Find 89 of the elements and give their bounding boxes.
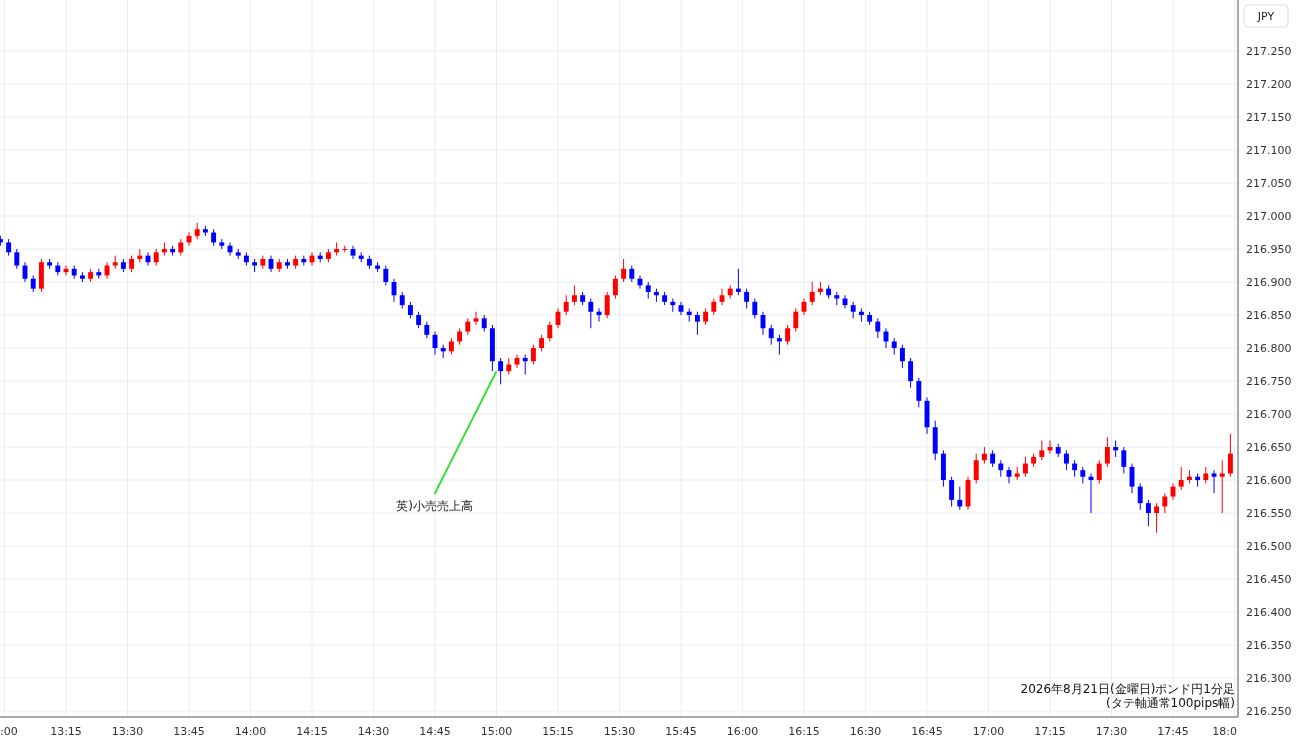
candlestick [14,248,20,270]
time-label: 15:15 [542,725,574,738]
candlestick [1162,492,1168,514]
price-label: 216.850 [1246,309,1292,323]
price-label: 217.050 [1246,177,1292,191]
currency-label[interactable]: JPY [1243,4,1289,28]
price-label: 216.400 [1246,606,1292,620]
candlestick [744,288,750,309]
candlestick [908,357,914,389]
price-label: 217.150 [1246,111,1292,124]
time-label: 14:30 [357,725,390,738]
time-label: 17:30 [1095,725,1128,738]
candlestick [949,476,955,507]
candlestick [621,258,627,283]
candlestick [916,377,922,408]
candlestick [1145,499,1151,527]
price-label: 216.500 [1246,540,1292,554]
time-label: 16:30 [849,725,882,738]
candlestick [1178,466,1184,491]
candlestick [1104,436,1110,468]
time-label: 14:00 [234,725,267,738]
candlestick [1022,456,1028,478]
time-label: 14:15 [296,725,328,738]
candlestick [383,265,389,286]
time-label: 13:15 [50,725,82,738]
time-label: 16:00 [726,725,759,738]
candlestick [1039,439,1045,461]
candlestick [1219,459,1225,514]
price-label: 216.750 [1246,375,1292,389]
candlestick [1121,446,1127,474]
candlestick [752,298,758,319]
candlestick [957,486,963,511]
candlestick [1096,459,1102,484]
candlestick [563,294,569,316]
candlestick [530,344,536,366]
price-label: 216.550 [1246,507,1292,521]
annotation-label: 英)小売売上高 [396,499,473,514]
candlestick [588,298,594,329]
candlestick [547,321,553,342]
price-label: 216.350 [1246,639,1292,653]
candlestick [899,344,905,369]
time-label: 15:30 [603,725,636,738]
price-label: 216.950 [1246,243,1292,257]
time-label: 15:45 [665,725,697,738]
candlestick [571,284,577,306]
price-label: 217.100 [1246,144,1292,158]
time-label: 18:0 [1212,725,1237,738]
time-label: 16:45 [911,725,943,738]
candlestick [1063,449,1069,471]
candlestick [875,317,881,339]
time-label: 13:45 [173,725,205,738]
price-label: 216.600 [1246,474,1292,488]
candlestick [735,268,741,296]
price-label: 216.450 [1246,573,1292,587]
candlestick [498,357,504,385]
candlestick [1211,469,1217,494]
candlestick [612,274,618,300]
price-label: 216.700 [1246,408,1292,422]
chart-caption: 2026年8月21日(金曜日)ポンド円1分足 (タテ軸通常100pips幅) [1020,682,1235,710]
time-label: 17:45 [1157,725,1189,738]
price-label: 216.250 [1246,705,1292,719]
price-label: 217.200 [1246,78,1292,91]
time-label: :00 [0,725,18,738]
candlestick [793,307,799,333]
time-label: 16:15 [788,725,820,738]
time-label: 15:00 [480,725,513,738]
price-label: 216.300 [1246,672,1292,686]
candlestick [776,334,782,356]
candlestick [604,291,610,319]
time-label: 17:00 [972,725,1005,738]
candlestick [694,311,700,336]
time-label: 14:45 [419,725,451,738]
candlestick [522,354,528,375]
price-label: 216.900 [1246,276,1292,290]
candlestick [973,453,979,484]
time-label: 13:30 [111,725,144,738]
candlestick [768,324,774,346]
candlestick [1154,502,1160,534]
y-axis-title: JPY [1256,10,1275,23]
candlestick [785,324,791,346]
price-label: 216.800 [1246,342,1292,356]
price-label: 217.000 [1246,210,1292,224]
time-label: 17:15 [1034,725,1066,738]
candlestick [473,311,479,326]
candlestick [1137,482,1143,511]
price-label: 216.650 [1246,441,1292,455]
candlestick [1227,433,1233,478]
price-label: 217.250 [1246,45,1292,58]
candlestick [809,281,815,306]
